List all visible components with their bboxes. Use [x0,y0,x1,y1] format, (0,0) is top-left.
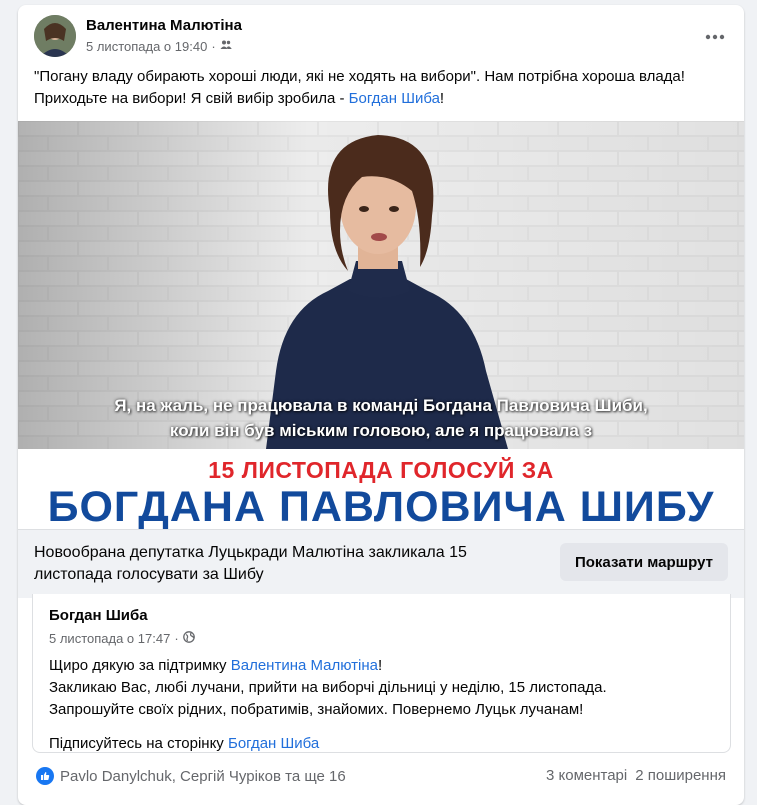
friends-icon [220,39,232,54]
engagement-counts: 3 коментарі 2 поширення [546,767,726,784]
comments-count[interactable]: 3 коментарі [546,767,627,784]
shared-line1-text: Щиро дякую за підтримку [49,657,231,674]
shared-post-line-4: Підписуйтесь на сторінку Богдан Шиба [49,733,719,755]
shared-post-meta: 5 листопада о 17:47 · [49,631,195,646]
caption-line-2: коли він був міським головою, але я прац… [169,421,593,440]
post-footer: Pavlo Danylchuk, Сергій Чуріков та ще 16… [18,765,744,795]
shared-line4-text: Підписуйтесь на сторінку [49,735,228,752]
shared-post: Богдан Шиба 5 листопада о 17:47 · Щиро д… [32,594,731,753]
caption-line-1: Я, на жаль, не працювала в команді Богда… [114,396,648,415]
shared-mention-link[interactable]: Валентина Малютіна [231,657,378,674]
banner-date-text: 15 ЛИСТОПАДА ГОЛОСУЙ ЗА [208,457,554,483]
like-icon [36,767,54,785]
post-header: Валентина Малютіна 5 листопада о 19:40 · [18,5,744,65]
post-card: Валентина Малютіна 5 листопада о 19:40 · [18,5,744,805]
show-route-button[interactable]: Показати маршрут [560,543,728,581]
post-video[interactable]: Я, на жаль, не працювала в команді Богда… [18,121,744,529]
link-preview-title[interactable]: Новообрана депутатка Луцькради Малютіна … [34,542,534,586]
reactions-summary[interactable]: Pavlo Danylchuk, Сергій Чуріков та ще 16 [36,767,346,785]
shared-post-author[interactable]: Богдан Шиба [49,607,148,624]
shared-post-line-3: Запрошуйте своїх рідних, побратимів, зна… [49,701,584,718]
meta-separator: · [174,631,179,646]
globe-icon [182,631,195,646]
shared-post-line-1: Щиро дякую за підтримку Валентина Малюті… [49,655,719,677]
reactions-names[interactable]: Pavlo Danylchuk, Сергій Чуріков та ще 16 [60,768,346,785]
shared-post-line-2: Закликаю Вас, любі лучани, прийти на виб… [49,679,607,696]
shared-post-text: Щиро дякую за підтримку Валентина Малюті… [49,655,719,755]
post-author[interactable]: Валентина Малютіна [86,17,242,34]
more-options-button[interactable] [700,21,730,51]
video-caption: Я, на жаль, не працювала в команді Богда… [18,393,744,443]
post-meta: 5 листопада о 19:40 · [86,39,232,54]
banner-name-text: БОГДАНА ПАВЛОВИЧА ШИБУ [47,483,715,529]
meta-separator: · [211,39,216,54]
shared-page-link[interactable]: Богдан Шиба [228,735,319,752]
avatar[interactable] [34,15,76,57]
video-banner: 15 ЛИСТОПАДА ГОЛОСУЙ ЗА БОГДАНА ПАВЛОВИЧ… [18,449,744,529]
post-text-end: ! [439,90,445,107]
post-text: "Погану владу обирають хороші люди, які … [34,66,734,110]
shared-line1-end: ! [378,657,383,674]
post-date[interactable]: 5 листопада о 19:40 [86,39,207,54]
post-mention-link[interactable]: Богдан Шиба [349,90,440,107]
more-icon [705,27,725,45]
link-preview[interactable]: Новообрана депутатка Луцькради Малютіна … [18,529,744,598]
shares-count[interactable]: 2 поширення [635,767,726,784]
shared-post-date[interactable]: 5 листопада о 17:47 [49,631,170,646]
